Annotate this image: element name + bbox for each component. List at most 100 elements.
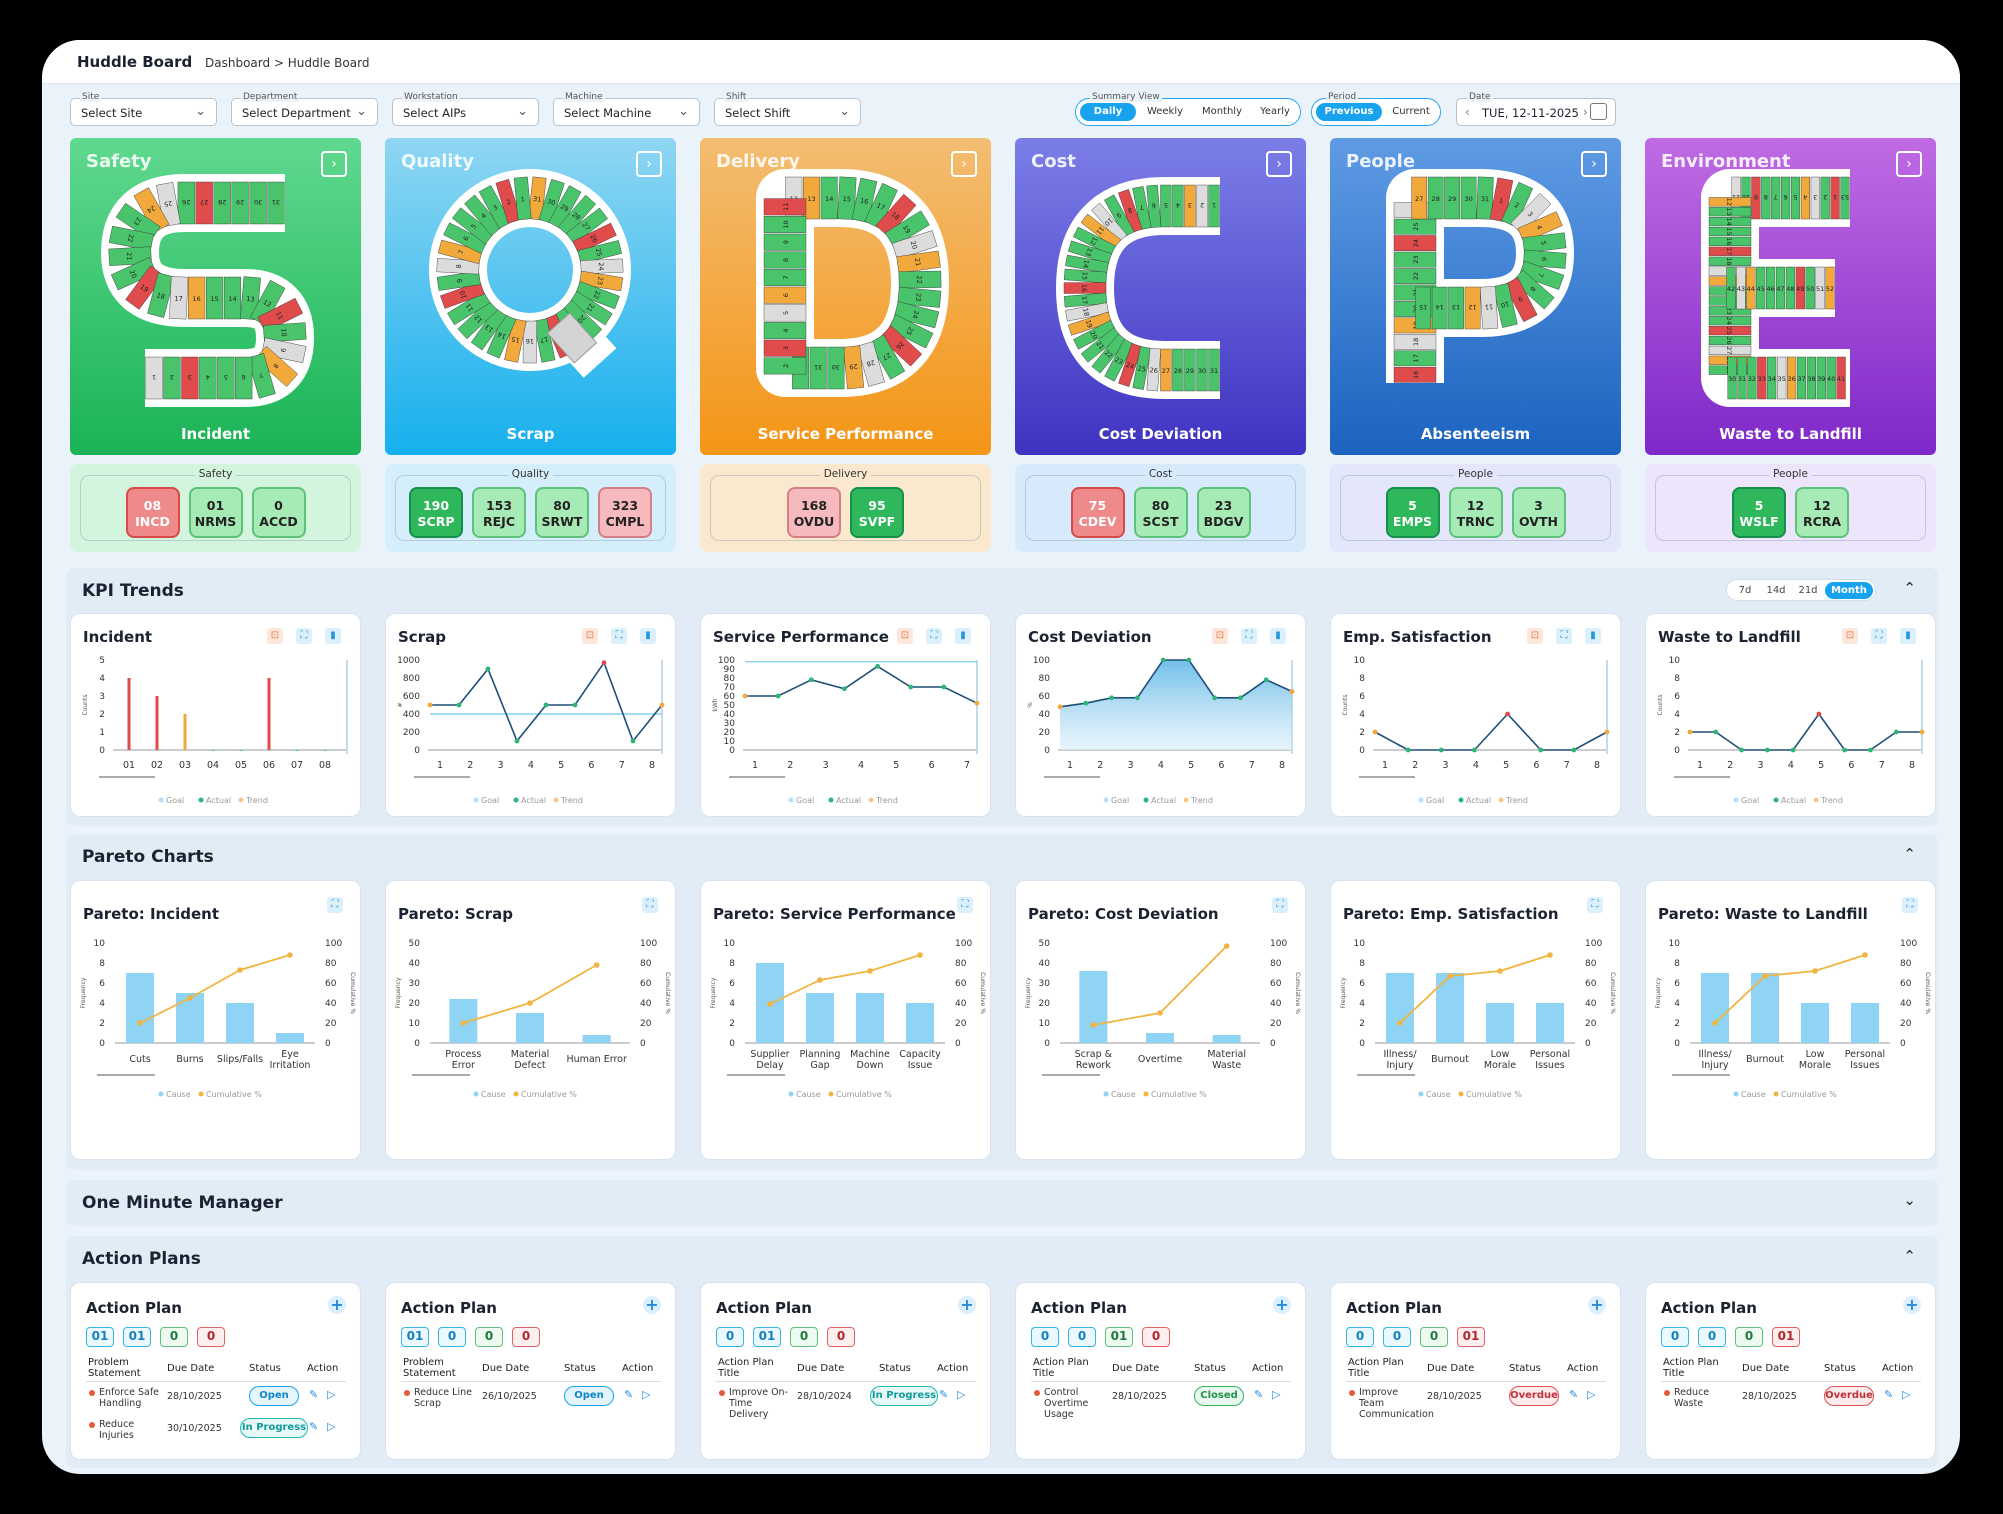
- chart-type-icon[interactable]: ▮: [955, 628, 971, 644]
- status-count-badge[interactable]: 0: [1735, 1327, 1763, 1347]
- day-tile[interactable]: 14: [820, 176, 838, 220]
- chart-type-icon[interactable]: ▮: [1900, 628, 1916, 644]
- day-tile[interactable]: 15: [1708, 226, 1752, 237]
- day-tile[interactable]: 18: [1393, 334, 1437, 350]
- day-tile[interactable]: 5: [763, 304, 807, 322]
- period-previous[interactable]: Previous: [1316, 103, 1382, 121]
- status-count-badge[interactable]: 0: [1661, 1327, 1689, 1347]
- expand-icon[interactable]: ⌄: [1903, 1191, 1916, 1209]
- day-tile[interactable]: 12: [1708, 197, 1752, 207]
- day-tile[interactable]: 24: [580, 258, 624, 275]
- plan-item-title[interactable]: Enforce Safe Handling: [99, 1387, 163, 1409]
- day-tile[interactable]: 48: [1785, 266, 1795, 310]
- collapse-icon[interactable]: ⌃: [1903, 845, 1916, 863]
- status-count-badge[interactable]: 0: [197, 1327, 225, 1347]
- day-tile[interactable]: 14: [1708, 217, 1752, 227]
- plan-item-title[interactable]: Reduce Line Scrap: [414, 1387, 478, 1409]
- day-tile[interactable]: 29: [1444, 176, 1460, 220]
- play-icon[interactable]: ▷: [957, 1388, 965, 1401]
- day-tile[interactable]: 52: [1825, 266, 1835, 310]
- status-count-badge[interactable]: 01: [753, 1327, 781, 1347]
- status-count-badge[interactable]: 01: [1457, 1327, 1485, 1347]
- add-icon[interactable]: +: [958, 1296, 976, 1314]
- range-21d[interactable]: 21d: [1793, 582, 1823, 599]
- play-icon[interactable]: ▷: [1587, 1388, 1595, 1401]
- day-tile[interactable]: 33: [1757, 356, 1767, 400]
- day-tile[interactable]: 2: [163, 356, 181, 400]
- prev-date-icon[interactable]: ‹: [1465, 105, 1470, 119]
- day-tile[interactable]: 7: [1771, 176, 1781, 220]
- day-tile[interactable]: 32: [1747, 356, 1757, 400]
- expand-icon[interactable]: ⛶: [1272, 897, 1288, 913]
- status-pill[interactable]: Overdue: [1824, 1386, 1874, 1406]
- plan-item-title[interactable]: Control Overtime Usage: [1044, 1387, 1108, 1420]
- day-tile[interactable]: 24: [1708, 316, 1752, 326]
- export-icon[interactable]: ⊡: [267, 628, 283, 644]
- status-count-badge[interactable]: 0: [790, 1327, 818, 1347]
- plan-item-title[interactable]: Improve On-Time Delivery: [729, 1387, 793, 1420]
- edit-icon[interactable]: ✎: [624, 1388, 633, 1401]
- day-tile[interactable]: 28: [1172, 348, 1184, 392]
- expand-icon[interactable]: ⛶: [957, 897, 973, 913]
- status-count-badge[interactable]: 0: [1346, 1327, 1374, 1347]
- workstation-select[interactable]: Workstation Select AIPs ⌄: [392, 92, 539, 126]
- summary-monthly[interactable]: Monthly: [1194, 103, 1250, 121]
- sqcpde-card-people[interactable]: People›Absenteeism1617181920212223242526…: [1330, 138, 1621, 455]
- day-tile[interactable]: 39: [1816, 356, 1826, 400]
- sqcpde-card-safety[interactable]: Safety › Incident 31 30 29 28 27 26 25 24 23 22 21 20 1…: [70, 138, 361, 455]
- export-icon[interactable]: ⊡: [1212, 628, 1228, 644]
- status-count-badge[interactable]: 01: [1105, 1327, 1133, 1347]
- chart-type-icon[interactable]: ▮: [640, 628, 656, 644]
- day-tile[interactable]: 22: [898, 270, 942, 289]
- day-tile[interactable]: 35: [1777, 356, 1787, 400]
- kpi-chip-rejc[interactable]: 153 REJC: [472, 487, 526, 538]
- status-count-badge[interactable]: 01: [401, 1327, 429, 1347]
- day-tile[interactable]: 9: [763, 233, 807, 251]
- kpi-chip-nrms[interactable]: 01 NRMS: [188, 487, 243, 538]
- day-tile[interactable]: 26: [177, 181, 195, 225]
- status-pill[interactable]: Open: [249, 1386, 299, 1406]
- sqcpde-card-cost[interactable]: Cost › Cost Deviation 1 2 3 4 5 6 7 8 9 10 11 12 13 14 15…: [1015, 138, 1306, 455]
- expand-icon[interactable]: ⛶: [642, 897, 658, 913]
- date-picker[interactable]: Date ‹ TUE, 12-11-2025 ›: [1456, 92, 1616, 126]
- kpi-chip-ovdu[interactable]: 168 OVDU: [787, 487, 841, 538]
- day-tile[interactable]: 25: [1708, 326, 1752, 336]
- chart-type-icon[interactable]: ▮: [1585, 628, 1601, 644]
- day-tile[interactable]: 40: [1826, 356, 1836, 400]
- day-tile[interactable]: 2: [1196, 184, 1208, 228]
- day-tile[interactable]: 27: [1160, 348, 1172, 392]
- day-tile[interactable]: 6: [1781, 176, 1791, 220]
- range-14d[interactable]: 14d: [1761, 582, 1791, 599]
- day-tile[interactable]: 29: [1184, 348, 1196, 392]
- expand-icon[interactable]: ⛶: [611, 628, 627, 644]
- kpi-chip-wslf[interactable]: 5 WSLF: [1732, 487, 1786, 538]
- day-tile[interactable]: 4: [1172, 184, 1184, 228]
- day-tile[interactable]: 14: [223, 276, 242, 320]
- add-icon[interactable]: +: [643, 1296, 661, 1314]
- day-tile[interactable]: 45: [1756, 266, 1766, 310]
- expand-icon[interactable]: ⛶: [296, 628, 312, 644]
- kpi-chip-bdgv[interactable]: 23 BDGV: [1196, 487, 1251, 538]
- day-tile[interactable]: 27: [195, 181, 213, 225]
- status-count-badge[interactable]: 0: [1698, 1327, 1726, 1347]
- status-count-badge[interactable]: 01: [123, 1327, 151, 1347]
- edit-icon[interactable]: ✎: [1884, 1388, 1893, 1401]
- export-icon[interactable]: ⊡: [897, 628, 913, 644]
- expand-icon[interactable]: ⛶: [1871, 628, 1887, 644]
- day-tile[interactable]: 1: [1830, 176, 1840, 220]
- status-count-badge[interactable]: 0: [827, 1327, 855, 1347]
- day-tile[interactable]: 8: [1761, 176, 1771, 220]
- day-tile[interactable]: 49: [1795, 266, 1805, 310]
- day-tile[interactable]: 3: [1184, 184, 1196, 228]
- summary-yearly[interactable]: Yearly: [1252, 103, 1298, 121]
- day-tile[interactable]: 34: [1767, 356, 1777, 400]
- kpi-chip-scrp[interactable]: 190 SCRP: [409, 487, 463, 538]
- range-month[interactable]: Month: [1825, 582, 1873, 599]
- summary-weekly[interactable]: Weekly: [1138, 103, 1192, 121]
- day-tile[interactable]: 30: [1196, 348, 1208, 392]
- day-tile[interactable]: 30: [249, 181, 267, 225]
- kpi-chip-trnc[interactable]: 12 TRNC: [1448, 487, 1503, 538]
- day-tile[interactable]: 11: [763, 198, 807, 216]
- export-icon[interactable]: ⊡: [1842, 628, 1858, 644]
- export-icon[interactable]: ⊡: [1527, 628, 1543, 644]
